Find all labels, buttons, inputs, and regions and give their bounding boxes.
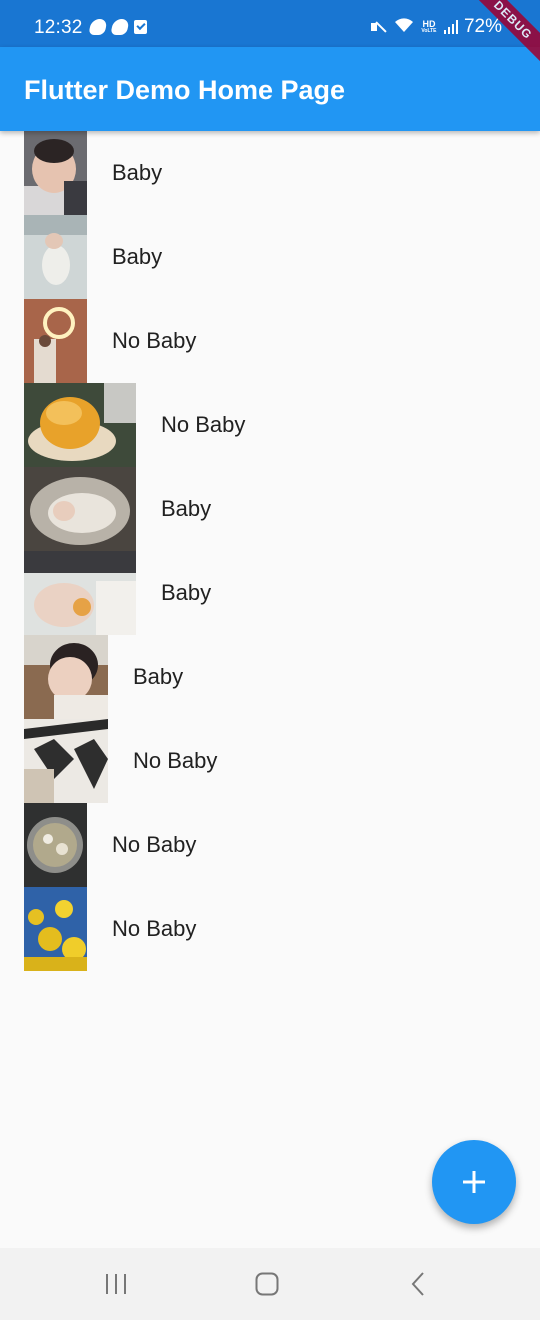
item-label: No Baby [112, 328, 197, 353]
thumbnail-image [24, 215, 87, 299]
thumbnail-image [24, 803, 87, 887]
recent-apps-button[interactable] [96, 1270, 136, 1298]
list-item[interactable]: Baby [24, 467, 540, 551]
thumbnail-image [24, 635, 108, 719]
item-label: Baby [112, 160, 163, 185]
status-bar: 12:32 HD VoLTE 72% DEBUG [0, 0, 540, 66]
thumbnail-image [24, 299, 87, 383]
status-time: 12:32 [34, 17, 83, 38]
list-item[interactable]: No Baby [24, 887, 540, 971]
item-label: No Baby [161, 412, 246, 437]
thumbnail-image [24, 131, 87, 215]
hd-sub-label: VoLTE [421, 28, 437, 34]
app-bar: Flutter Demo Home Page [0, 47, 540, 131]
thumbnail-image [24, 467, 136, 551]
item-label: Baby [112, 244, 163, 269]
battery-percent: 72% [463, 16, 502, 37]
thumbnail-image [24, 887, 87, 971]
list-item[interactable]: Baby [24, 215, 540, 299]
back-button[interactable] [399, 1270, 439, 1298]
list-item[interactable]: Baby [24, 551, 540, 635]
cloud-icon [88, 19, 108, 35]
status-right-icons: HD VoLTE 72% [370, 16, 502, 38]
home-button[interactable] [247, 1270, 287, 1298]
list-item[interactable]: No Baby [24, 719, 540, 803]
thumbnail-image [24, 383, 136, 467]
signal-icon [443, 20, 458, 34]
notification-icons [88, 19, 147, 35]
screen: 12:32 HD VoLTE 72% DEBUG Flutter Demo Ho… [0, 0, 540, 1320]
list-item[interactable]: Baby [24, 635, 540, 719]
recent-apps-icon [106, 1274, 126, 1294]
item-label: No Baby [112, 916, 197, 941]
item-label: No Baby [133, 748, 218, 773]
task-check-icon [134, 20, 147, 34]
list-item[interactable]: No Baby [24, 803, 540, 887]
item-label: No Baby [112, 832, 197, 857]
mute-icon [370, 19, 388, 35]
plus-icon [463, 1171, 485, 1193]
home-icon [255, 1272, 279, 1296]
item-label: Baby [161, 496, 212, 521]
image-list: Baby Baby No Baby No Baby Baby Baby Baby… [24, 131, 540, 971]
hd-label: HD [422, 19, 436, 29]
list-item[interactable]: No Baby [24, 383, 540, 467]
wifi-icon [394, 17, 414, 38]
cloud-icon [110, 19, 130, 35]
list-item[interactable]: Baby [24, 131, 540, 215]
back-icon [411, 1272, 424, 1296]
item-label: Baby [133, 664, 184, 689]
hd-voice-icon: HD VoLTE [420, 19, 438, 35]
item-label: Baby [161, 580, 212, 605]
thumbnail-image [24, 551, 136, 635]
system-nav-bar [0, 1248, 540, 1320]
page-title: Flutter Demo Home Page [24, 75, 346, 105]
add-button[interactable] [432, 1140, 516, 1224]
list-item[interactable]: No Baby [24, 299, 540, 383]
thumbnail-image [24, 719, 108, 803]
